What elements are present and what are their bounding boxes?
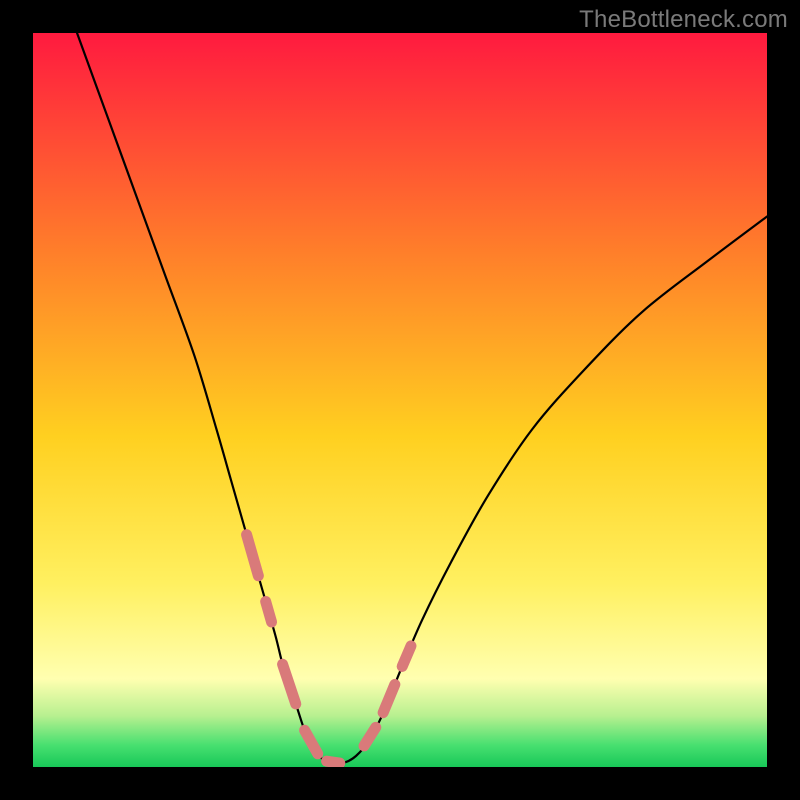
bottleneck-curve — [77, 33, 767, 764]
dash-overlay-left — [247, 535, 272, 622]
chart-frame: TheBottleneck.com — [0, 0, 800, 800]
dash-overlay-floor — [283, 664, 340, 763]
plot-area — [33, 33, 767, 767]
dash-overlay-right — [364, 646, 411, 746]
curve-layer — [33, 33, 767, 767]
watermark-text: TheBottleneck.com — [579, 6, 788, 34]
